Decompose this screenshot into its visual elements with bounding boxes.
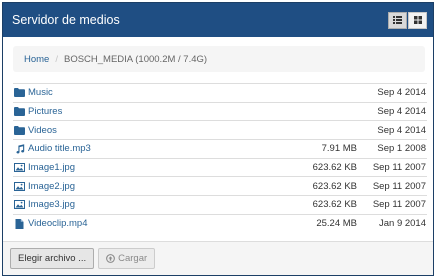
music-note-icon (14, 144, 25, 154)
file-name-link[interactable]: Pictures (13, 106, 285, 117)
file-date: Sep 11 2007 (372, 162, 426, 174)
file-row[interactable]: Audio title.mp3 7.91 MB Sep 1 2008 (13, 139, 427, 158)
file-size: 25.24 MB (316, 218, 357, 230)
file-name-link[interactable]: Image3.jpg (13, 199, 285, 210)
file-name: Pictures (28, 106, 63, 118)
panel-footer: Elegir archivo ... Cargar (3, 241, 433, 275)
file-date: Jan 9 2014 (378, 218, 426, 230)
file-icon (14, 218, 25, 229)
file-name: Videos (28, 124, 57, 136)
image-icon (14, 163, 25, 173)
file-date: Sep 4 2014 (377, 124, 426, 136)
breadcrumb-separator: / (55, 53, 58, 65)
upload-icon (106, 254, 116, 263)
breadcrumb-home-link[interactable]: Home (24, 54, 49, 65)
image-icon (14, 181, 25, 191)
file-name: Image1.jpg (28, 162, 76, 174)
view-toggle-group (388, 11, 427, 29)
file-row[interactable]: Image2.jpg 623.62 KB Sep 11 2007 (13, 176, 427, 195)
file-row[interactable]: Videos Sep 4 2014 (13, 120, 427, 139)
file-table: Music Sep 4 2014 Pictures Sep 4 2014 Videos S… (13, 83, 427, 233)
file-name-link[interactable]: Videos (13, 125, 285, 136)
folder-icon (14, 125, 25, 135)
file-date: Sep 11 2007 (372, 180, 426, 192)
upload-button[interactable]: Cargar (98, 248, 156, 269)
breadcrumb-current: BOSCH_MEDIA (1000.2M / 7.4G) (63, 53, 208, 65)
file-name: Image2.jpg (28, 180, 76, 192)
file-date: Sep 1 2008 (377, 143, 426, 155)
file-name-link[interactable]: Image2.jpg (13, 181, 285, 192)
file-name-link[interactable]: Music (13, 87, 285, 98)
file-date: Sep 4 2014 (377, 106, 426, 118)
file-name-link[interactable]: Videoclip.mp4 (13, 218, 285, 229)
grid-view-icon (413, 16, 422, 24)
file-row[interactable]: Music Sep 4 2014 (13, 83, 427, 102)
list-view-button[interactable] (388, 11, 407, 29)
file-row[interactable]: Image3.jpg 623.62 KB Sep 11 2007 (13, 195, 427, 214)
file-date: Sep 11 2007 (372, 199, 426, 211)
file-size: 7.91 MB (321, 143, 357, 155)
image-icon (14, 200, 25, 210)
file-size: 623.62 KB (312, 199, 357, 211)
panel-title: Servidor de medios (12, 13, 120, 27)
file-row[interactable]: Pictures Sep 4 2014 (13, 101, 427, 121)
breadcrumb: Home / BOSCH_MEDIA (1000.2M / 7.4G) (13, 46, 425, 72)
file-row[interactable]: Videoclip.mp4 25.24 MB Jan 9 2014 (13, 213, 427, 233)
file-date: Sep 4 2014 (377, 87, 426, 99)
file-name: Audio title.mp3 (28, 143, 91, 155)
file-name: Music (28, 87, 53, 99)
list-view-icon (393, 16, 402, 24)
file-name: Videoclip.mp4 (28, 218, 88, 230)
folder-icon (14, 88, 25, 98)
panel-header: Servidor de medios (3, 3, 433, 37)
folder-icon (14, 107, 25, 117)
grid-view-button[interactable] (408, 11, 427, 29)
file-name-link[interactable]: Image1.jpg (13, 162, 285, 173)
file-row[interactable]: Image1.jpg 623.62 KB Sep 11 2007 (13, 157, 427, 177)
file-size: 623.62 KB (312, 180, 357, 192)
upload-button-label: Cargar (118, 253, 148, 264)
file-name: Image3.jpg (28, 199, 76, 211)
file-name-link[interactable]: Audio title.mp3 (13, 143, 285, 154)
file-size: 623.62 KB (312, 162, 357, 174)
media-server-panel: Servidor de medios Home / BOSCH_MEDIA (1… (2, 2, 434, 276)
choose-file-button[interactable]: Elegir archivo ... (10, 248, 95, 269)
